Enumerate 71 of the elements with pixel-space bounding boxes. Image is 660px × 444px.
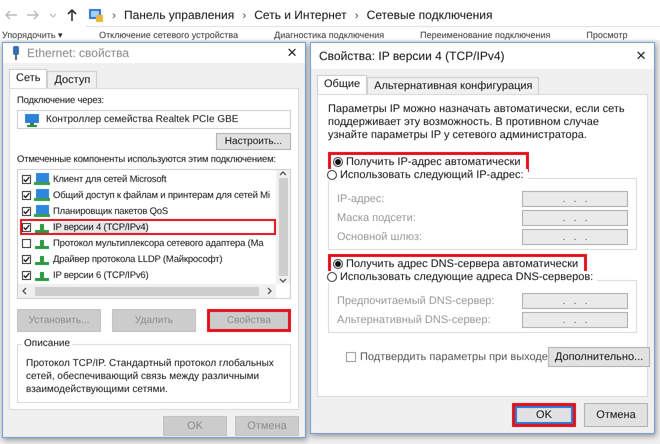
tab[interactable]: Сеть xyxy=(9,69,48,88)
dialog-button[interactable]: Отмена xyxy=(584,403,648,427)
component-item[interactable]: Драйвер протокола LLDP (Майкрософт) xyxy=(20,251,276,267)
field-label: IP-адрес: xyxy=(337,192,384,205)
checkbox[interactable] xyxy=(22,174,31,184)
control-panel-icon xyxy=(88,6,104,22)
field-label: Основной шлюз: xyxy=(337,230,422,243)
component-item[interactable]: Клиент для сетей Microsoft xyxy=(20,171,276,187)
network-adapter-icon xyxy=(11,45,21,61)
tab[interactable]: Общие xyxy=(317,74,368,94)
description-title: Описание xyxy=(22,338,72,349)
component-name: Драйвер протокола LLDP (Майкрософт) xyxy=(53,254,222,264)
dialog-button[interactable]: OK xyxy=(512,403,576,427)
field-label: Предпочитаемый DNS-сервер: xyxy=(337,294,494,307)
network-monitor-icon xyxy=(34,172,50,186)
component-name: Планировщик пакетов QoS xyxy=(53,206,168,216)
component-name: Клиент для сетей Microsoft xyxy=(53,174,166,184)
breadcrumb[interactable]: Сетевые подключения xyxy=(366,8,492,22)
field-label: Альтернативный DNS-сервер: xyxy=(337,314,491,326)
breadcrumb-separator: › xyxy=(112,8,116,22)
toolbar-command[interactable]: Диагностика подключения xyxy=(274,30,384,40)
checkbox[interactable] xyxy=(22,270,31,280)
tab[interactable]: Доступ xyxy=(47,71,98,88)
component-item[interactable]: IP версии 4 (TCP/IPv4) xyxy=(20,219,276,235)
toolbar-command[interactable]: Отключение сетевого устройства xyxy=(99,30,238,40)
network-monitor-icon xyxy=(24,112,40,126)
vertical-scrollbar[interactable] xyxy=(276,170,290,284)
toolbar-command[interactable]: Просмотр xyxy=(586,30,628,40)
adapter-name: Контроллер семейства Realtek PCIe GBE xyxy=(46,114,238,125)
component-item[interactable]: IP версии 6 (TCP/IPv6) xyxy=(20,267,276,283)
description-text: Протокол TCP/IP. Стандартный протокол глобальных сетей, обеспечивающий связь между различными взаимодействующими сетями. xyxy=(26,357,275,396)
close-button[interactable]: × xyxy=(636,46,646,66)
component-name: Общий доступ к файлам и принтерам для сетей Mi xyxy=(53,190,270,200)
scroll-up-icon[interactable] xyxy=(279,170,287,176)
breadcrumb[interactable]: Сеть и Интернет xyxy=(254,8,347,22)
component-name: Протокол мультиплексора сетевого адаптера (Ма xyxy=(53,238,264,248)
component-name: IP версии 6 (TCP/IPv6) xyxy=(53,270,148,280)
toolbar-command[interactable]: Переименование подключения xyxy=(420,30,550,40)
window-title: Свойства: IP версии 4 (TCP/IPv4) xyxy=(319,48,506,63)
components-label: Отмеченные компоненты используются этим подключением: xyxy=(17,154,277,165)
window-title: Ethernet: свойства xyxy=(27,46,130,60)
checkbox[interactable] xyxy=(22,238,31,248)
configure-button[interactable]: Настроить... xyxy=(216,133,291,150)
breadcrumb[interactable]: Панель управления xyxy=(124,8,234,22)
advanced-button[interactable]: Дополнительно... xyxy=(548,346,650,367)
scroll-left-icon[interactable] xyxy=(21,287,27,295)
checkbox[interactable] xyxy=(22,222,31,232)
checkbox[interactable] xyxy=(22,206,31,216)
horizontal-scrollbar[interactable] xyxy=(18,284,276,298)
tab[interactable]: Альтернативная конфигурация xyxy=(367,76,540,94)
breadcrumb-separator: › xyxy=(354,8,359,22)
intro-text: Параметры IP можно назначать автоматически, если сеть поддерживает эту возможность. В противном случае узнайте параметры IP у сетевого администратора. xyxy=(328,102,626,142)
breadcrumb-separator: › xyxy=(242,8,246,22)
close-button[interactable]: × xyxy=(287,43,297,63)
component-item[interactable]: Планировщик пакетов QoS xyxy=(20,203,276,219)
component-item[interactable]: Общий доступ к файлам и принтерам для сетей Mi xyxy=(20,187,276,203)
scroll-down-icon[interactable] xyxy=(279,278,287,284)
component-name: IP версии 4 (TCP/IPv4) xyxy=(53,222,148,232)
up-arrow-icon[interactable] xyxy=(66,8,78,22)
toolbar-command[interactable]: Упорядочить ▾ xyxy=(2,30,64,40)
checkbox[interactable] xyxy=(22,254,31,264)
radio-option[interactable]: Использовать следующие адреса DNS-серверов: xyxy=(325,270,598,283)
radio-option[interactable]: Использовать следующий IP-адрес: xyxy=(325,168,528,181)
scroll-right-icon[interactable] xyxy=(267,287,273,295)
field-label: Маска подсети: xyxy=(337,212,416,224)
checkbox[interactable] xyxy=(22,190,31,200)
connect-label: Подключение через: xyxy=(17,95,105,106)
validate-checkbox[interactable]: Подтвердить параметры при выходе xyxy=(328,350,548,363)
component-item[interactable]: Протокол мультиплексора сетевого адаптера (Ма xyxy=(20,235,276,251)
network-monitor-icon xyxy=(34,188,50,202)
network-monitor-icon xyxy=(34,204,50,218)
